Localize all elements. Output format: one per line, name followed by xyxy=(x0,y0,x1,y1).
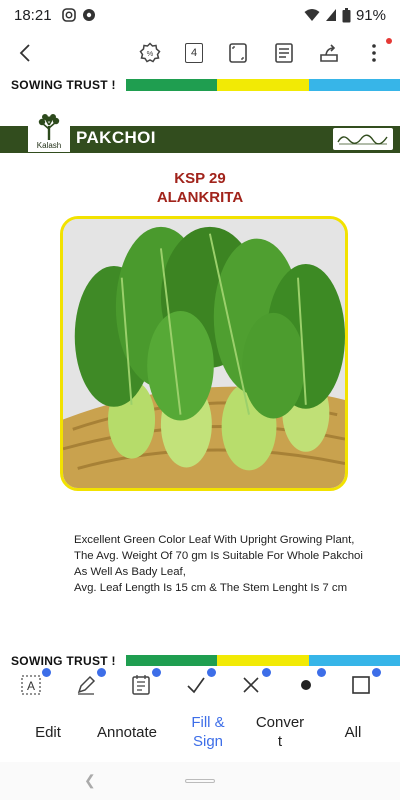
pakchoi-photo xyxy=(60,216,348,491)
sowing-trust-banner-bottom: SOWING TRUST ! xyxy=(0,653,400,666)
more-icon xyxy=(372,44,376,62)
square-tool[interactable] xyxy=(350,668,381,698)
svg-text:A: A xyxy=(27,679,35,693)
stripe-yellow xyxy=(217,654,309,666)
dot-tool[interactable] xyxy=(295,668,326,698)
annotate-pen-tool[interactable] xyxy=(75,668,106,698)
stripe-blue xyxy=(308,78,400,91)
back-arrow-icon xyxy=(19,44,30,62)
brand-badge-logo xyxy=(333,128,393,150)
variety-code: KSP 29 xyxy=(174,170,226,187)
color-stripes xyxy=(126,78,400,91)
text-box-icon: A xyxy=(21,675,41,695)
color-stripes-bottom xyxy=(126,654,400,666)
page-count-button[interactable]: 4 xyxy=(182,41,206,65)
tool-row: A xyxy=(0,666,400,706)
variety-name: ALANKRITA xyxy=(156,189,244,206)
share-button[interactable] xyxy=(317,41,341,65)
bottom-tab-bar: Edit Annotate Fill & Sign Conver t All xyxy=(0,706,400,762)
tab-fill-and-sign[interactable]: Fill & Sign xyxy=(178,710,238,754)
kalash-logo: Kalash xyxy=(28,106,70,152)
annotate-pen-icon xyxy=(77,675,96,695)
pro-badge xyxy=(42,668,51,677)
share-icon xyxy=(320,44,338,62)
checkmark-icon xyxy=(187,677,205,694)
document-view-icon xyxy=(275,43,293,63)
instagram-icon xyxy=(61,8,76,22)
cross-tool[interactable] xyxy=(240,668,271,698)
stripe-green xyxy=(126,654,218,666)
dot-icon xyxy=(301,680,311,690)
document-view-button[interactable] xyxy=(272,41,296,65)
tab-all[interactable]: All xyxy=(328,710,378,754)
battery-icon xyxy=(342,7,351,22)
pro-badge xyxy=(317,668,326,677)
back-button[interactable] xyxy=(14,41,38,65)
wifi-icon xyxy=(304,9,320,21)
tab-convert[interactable]: Conver t xyxy=(250,710,310,754)
text-box-tool[interactable]: A xyxy=(20,668,51,698)
tab-edit[interactable]: Edit xyxy=(18,710,78,754)
product-name: PAKCHOI xyxy=(76,128,156,147)
discount-button[interactable]: % xyxy=(138,41,162,65)
stripe-yellow xyxy=(217,78,309,91)
document-page[interactable]: SOWING TRUST ! Kalash PAKCHOI KSP 29 ALA… xyxy=(0,76,400,666)
sowing-trust-banner: SOWING TRUST ! xyxy=(0,77,400,92)
sowing-trust-text: SOWING TRUST ! xyxy=(11,77,116,92)
page-count-icon: 4 xyxy=(185,43,203,63)
tree-logo-icon xyxy=(38,114,60,140)
pro-badge xyxy=(207,668,216,677)
cross-icon xyxy=(243,677,259,693)
logo-text: Kalash xyxy=(36,141,62,150)
status-bar: 18:21 91% xyxy=(0,0,400,30)
form-tool[interactable] xyxy=(130,668,161,698)
system-nav-bar: ❮ xyxy=(0,762,400,800)
description-line: Excellent Green Color Leaf With Upright … xyxy=(74,534,355,546)
discount-icon: % xyxy=(139,42,161,63)
settings-icon xyxy=(82,9,95,21)
crop-icon xyxy=(229,43,247,63)
stripe-green xyxy=(126,78,218,91)
pro-badge xyxy=(372,668,381,677)
square-icon xyxy=(352,676,370,694)
signal-icon xyxy=(325,9,336,21)
description-line: As Well As Bady Leaf, xyxy=(74,566,186,578)
pro-badge xyxy=(152,668,161,677)
checkmark-tool[interactable] xyxy=(185,668,216,698)
description-line: Avg. Leaf Length Is 15 cm & The Stem Len… xyxy=(74,582,348,594)
notification-dot xyxy=(386,38,392,44)
crop-button[interactable] xyxy=(226,41,250,65)
battery-level: 91% xyxy=(355,6,386,24)
tab-annotate[interactable]: Annotate xyxy=(88,710,166,754)
sowing-trust-text-bottom: SOWING TRUST ! xyxy=(11,653,116,667)
nav-home-pill[interactable] xyxy=(185,779,215,783)
pro-badge xyxy=(262,668,271,677)
form-icon xyxy=(132,675,150,695)
more-button[interactable] xyxy=(362,41,386,65)
document-toolbar: % 4 xyxy=(0,30,400,76)
stripe-blue xyxy=(308,654,400,666)
description-line: The Avg. Weight Of 70 gm Is Suitable For… xyxy=(74,550,363,562)
pro-badge xyxy=(97,668,106,677)
status-time: 18:21 xyxy=(14,6,52,24)
nav-back-icon[interactable]: ❮ xyxy=(84,772,96,789)
product-description: Excellent Green Color Leaf With Upright … xyxy=(74,532,394,596)
svg-text:%: % xyxy=(147,49,154,58)
